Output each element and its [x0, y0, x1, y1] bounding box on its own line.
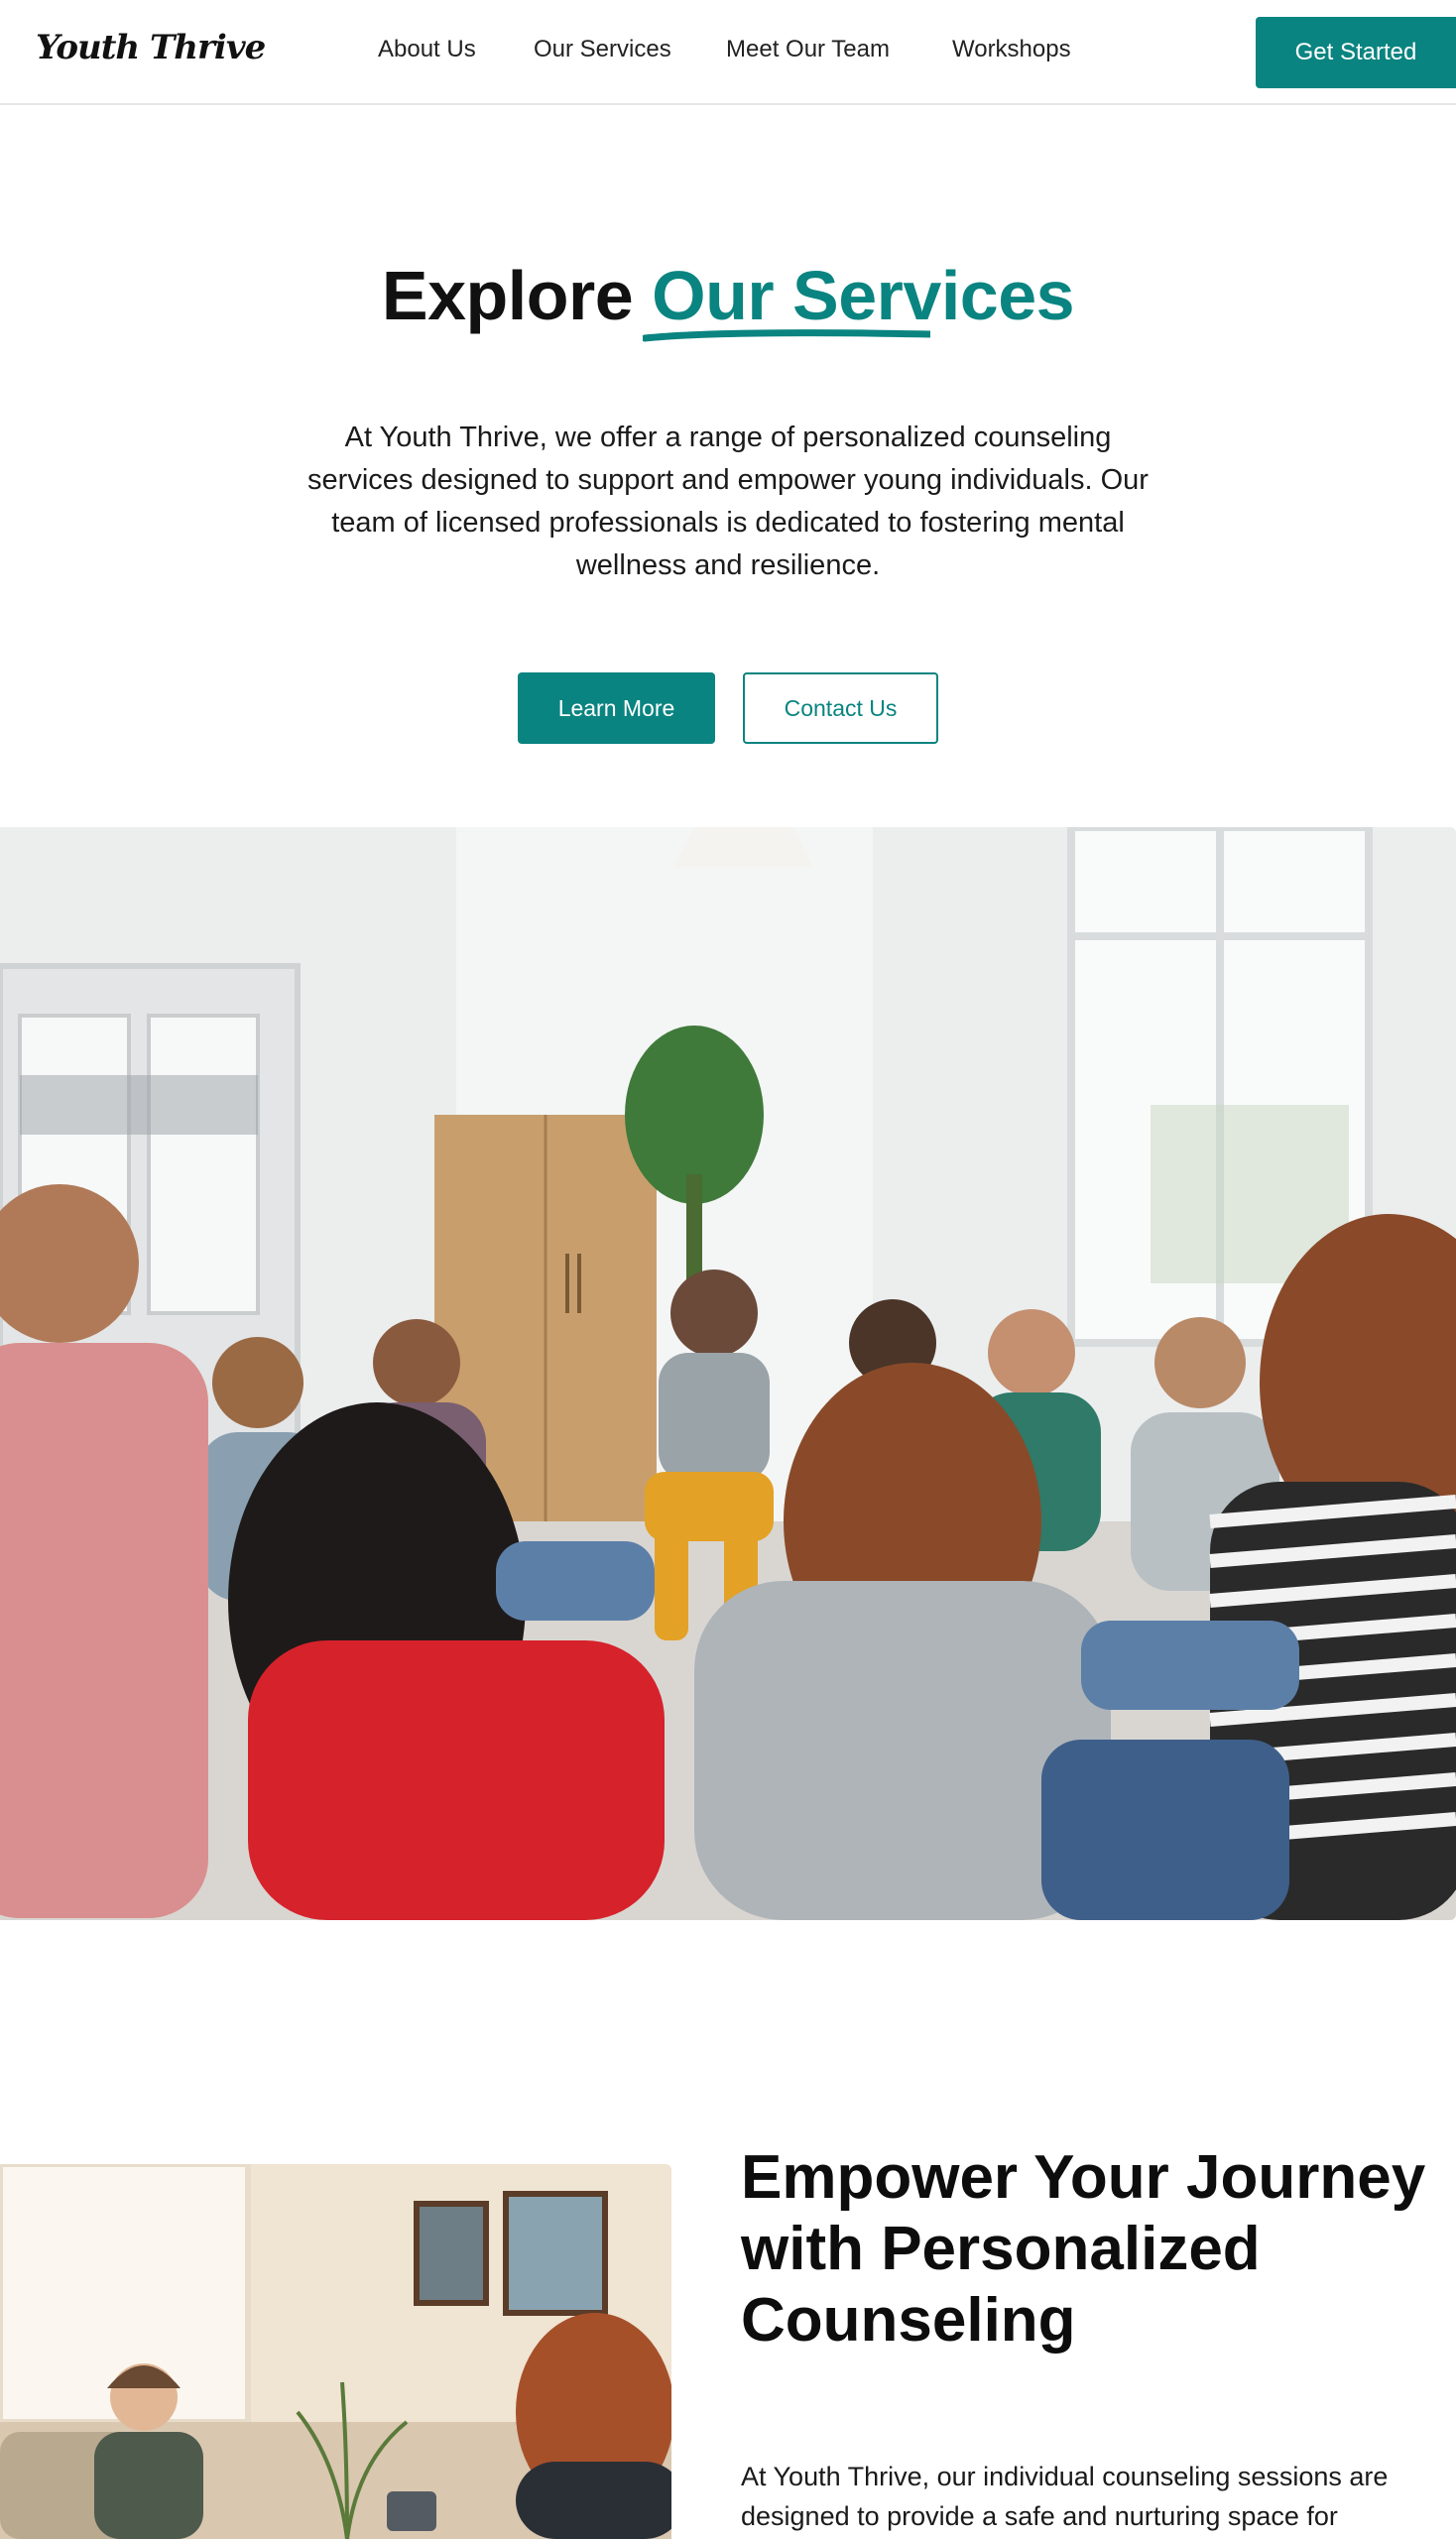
- group-counseling-photo: [0, 827, 1456, 1920]
- get-started-button[interactable]: Get Started: [1256, 17, 1456, 88]
- title-underline-decoration: [643, 329, 930, 342]
- section-description: At Youth Thrive, our individual counseli…: [741, 2462, 1389, 2531]
- nav-link-our-services[interactable]: Our Services: [534, 36, 671, 63]
- nav-link-about-us[interactable]: About Us: [378, 36, 476, 63]
- nav-link-meet-our-team[interactable]: Meet Our Team: [726, 36, 890, 63]
- site-header: Youth Thrive About Us Our Services Meet …: [0, 0, 1456, 105]
- learn-more-button[interactable]: Learn More: [518, 672, 715, 744]
- individual-counseling-photo: [0, 2164, 671, 2539]
- section-title: Empower Your Journey with Personalized C…: [741, 2143, 1426, 2355]
- hero-description: At Youth Thrive, we offer a range of per…: [307, 422, 1149, 581]
- main-nav: About Us Our Services Meet Our Team Work…: [0, 36, 1456, 67]
- hero-title-prefix: Explore: [381, 257, 634, 334]
- contact-us-button[interactable]: Contact Us: [743, 672, 938, 744]
- nav-link-workshops[interactable]: Workshops: [952, 36, 1071, 63]
